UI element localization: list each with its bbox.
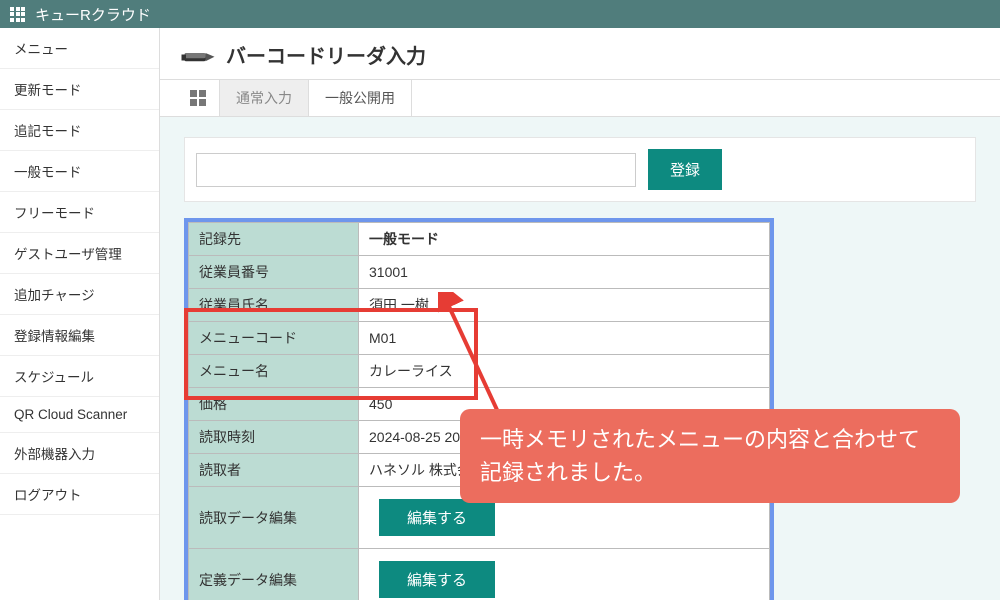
- value-menu-code: M01: [359, 322, 770, 355]
- label-menu-name: メニュー名: [189, 355, 359, 388]
- label-employee-no: 従業員番号: [189, 256, 359, 289]
- row-edit-def-data: 定義データ編集編集する: [189, 549, 770, 600]
- value-employee-no: 31001: [359, 256, 770, 289]
- edit-def-data-button[interactable]: 編集する: [379, 561, 495, 598]
- edit-read-data-button[interactable]: 編集する: [379, 499, 495, 536]
- value-destination: 一般モード: [359, 223, 770, 256]
- tab-public[interactable]: 一般公開用: [309, 80, 412, 116]
- sidebar-item-update-mode[interactable]: 更新モード: [0, 69, 159, 110]
- value-employee-name: 須田 一樹: [359, 289, 770, 322]
- label-reader: 読取者: [189, 454, 359, 487]
- row-menu-code: メニューコードM01: [189, 322, 770, 355]
- sidebar-item-add-charge[interactable]: 追加チャージ: [0, 274, 159, 315]
- sidebar-item-qr-scanner[interactable]: QR Cloud Scanner: [0, 397, 159, 433]
- sidebar-item-general-mode[interactable]: 一般モード: [0, 151, 159, 192]
- sidebar-item-logout[interactable]: ログアウト: [0, 474, 159, 515]
- sidebar-item-edit-registration[interactable]: 登録情報編集: [0, 315, 159, 356]
- tab-normal-input[interactable]: 通常入力: [220, 80, 309, 116]
- label-price: 価格: [189, 388, 359, 421]
- input-row: 登録: [184, 137, 976, 202]
- sidebar-item-external-input[interactable]: 外部機器入力: [0, 433, 159, 474]
- label-edit-def-data: 定義データ編集: [189, 549, 359, 600]
- pen-icon: [180, 38, 226, 71]
- app-title: キューRクラウド: [35, 4, 151, 25]
- sidebar-item-schedule[interactable]: スケジュール: [0, 356, 159, 397]
- label-destination: 記録先: [189, 223, 359, 256]
- annotation-callout: 一時メモリされたメニューの内容と合わせて記録されました。: [460, 409, 960, 503]
- row-destination: 記録先一般モード: [189, 223, 770, 256]
- content: 登録 記録先一般モード 従業員番号31001 従業員氏名須田 一樹 メニューコー…: [160, 117, 1000, 600]
- label-employee-name: 従業員氏名: [189, 289, 359, 322]
- sidebar: メニュー 更新モード 追記モード 一般モード フリーモード ゲストユーザ管理 追…: [0, 28, 160, 600]
- row-employee-no: 従業員番号31001: [189, 256, 770, 289]
- app-grid-icon: [10, 7, 25, 22]
- tabbar: 通常入力 一般公開用: [160, 79, 1000, 117]
- page-header: バーコードリーダ入力: [160, 28, 1000, 79]
- sidebar-item-append-mode[interactable]: 追記モード: [0, 110, 159, 151]
- row-employee-name: 従業員氏名須田 一樹: [189, 289, 770, 322]
- sidebar-item-guest-users[interactable]: ゲストユーザ管理: [0, 233, 159, 274]
- callout-text: 一時メモリされたメニューの内容と合わせて記録されました。: [480, 427, 920, 485]
- barcode-input[interactable]: [196, 153, 636, 187]
- row-menu-name: メニュー名カレーライス: [189, 355, 770, 388]
- register-button[interactable]: 登録: [648, 149, 722, 190]
- main-area: バーコードリーダ入力 通常入力 一般公開用 登録 記録先一般モード 従業員番号3…: [160, 28, 1000, 600]
- tiles-icon: [190, 90, 206, 106]
- sidebar-item-menu[interactable]: メニュー: [0, 28, 159, 69]
- label-edit-read-data: 読取データ編集: [189, 487, 359, 549]
- label-menu-code: メニューコード: [189, 322, 359, 355]
- page-title: バーコードリーダ入力: [226, 40, 426, 69]
- sidebar-item-free-mode[interactable]: フリーモード: [0, 192, 159, 233]
- value-menu-name: カレーライス: [359, 355, 770, 388]
- label-read-time: 読取時刻: [189, 421, 359, 454]
- tab-grid-view[interactable]: [176, 80, 220, 116]
- topbar: キューRクラウド: [0, 0, 1000, 28]
